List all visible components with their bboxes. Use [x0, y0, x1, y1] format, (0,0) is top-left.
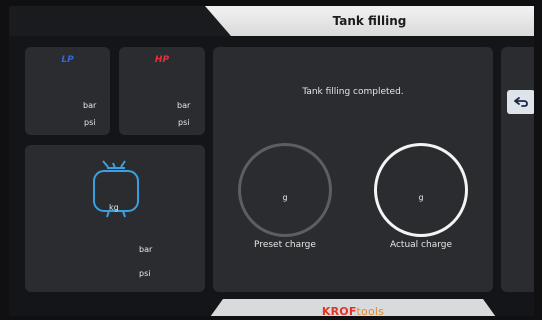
footer-tab: KROF tools: [205, 299, 501, 316]
brand-logo-part2: tools: [356, 305, 385, 316]
brand-logo-part1: KROF: [321, 305, 357, 316]
lp-unit-bar: bar: [83, 101, 97, 110]
scale-unit-kg: kg: [109, 203, 119, 212]
hp-label: HP: [154, 55, 170, 65]
app-screen: Tank filling LP bar psi HP bar psi kg ba…: [9, 6, 534, 316]
preset-charge-ring: g: [238, 143, 332, 237]
lp-unit-psi: psi: [84, 118, 96, 127]
preset-unit: g: [282, 192, 288, 202]
status-message: Tank filling completed.: [302, 87, 404, 97]
hp-unit-bar: bar: [177, 101, 191, 110]
preset-charge-label: Preset charge: [254, 240, 316, 250]
main-panel: Tank filling completed. g Preset charge …: [213, 47, 493, 292]
hp-unit-psi: psi: [178, 118, 190, 127]
scale-unit-psi: psi: [139, 269, 151, 278]
actual-charge-label: Actual charge: [389, 240, 452, 250]
hp-gauge-panel: HP bar psi: [119, 47, 205, 135]
lp-gauge-panel: LP bar psi: [25, 47, 110, 135]
page-title: Tank filling: [332, 14, 407, 28]
side-panel: [501, 47, 534, 292]
lp-label: LP: [61, 55, 74, 65]
scale-icon: [93, 160, 139, 218]
back-button[interactable]: [507, 90, 534, 114]
actual-charge-ring: g: [374, 143, 468, 237]
scale-unit-bar: bar: [139, 245, 153, 254]
actual-unit: g: [418, 192, 424, 202]
back-arrow-icon: [514, 97, 528, 107]
scale-panel: kg bar psi: [25, 145, 205, 292]
